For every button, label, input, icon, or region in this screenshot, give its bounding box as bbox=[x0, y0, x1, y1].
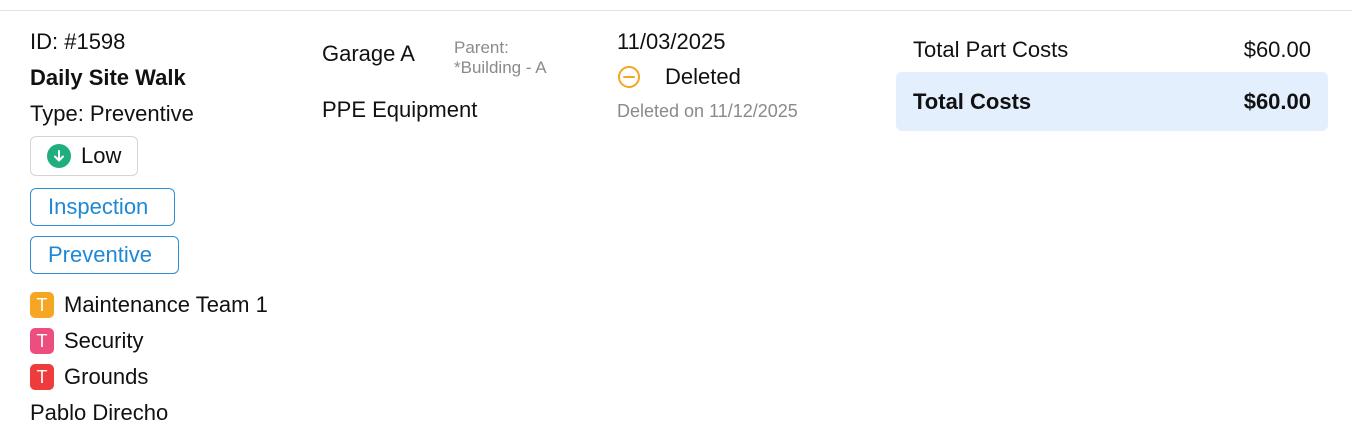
asset-name[interactable]: PPE Equipment bbox=[322, 97, 477, 123]
top-divider bbox=[0, 10, 1352, 11]
total-costs-value: $60.00 bbox=[1243, 88, 1311, 114]
parent-location: *Building - A bbox=[454, 58, 547, 77]
team-badge: T bbox=[30, 364, 54, 390]
status-indicator: Deleted bbox=[617, 64, 741, 90]
team-badge: T bbox=[30, 328, 54, 354]
total-costs-label: Total Costs bbox=[913, 88, 1032, 114]
status-label: Deleted bbox=[665, 64, 741, 89]
team-badge: T bbox=[30, 292, 54, 318]
work-order-type: Type: Preventive bbox=[30, 101, 194, 126]
team-name: Grounds bbox=[64, 364, 149, 389]
category-chip-preventive[interactable]: Preventive bbox=[30, 236, 179, 274]
category-chip-inspection[interactable]: Inspection bbox=[30, 188, 175, 226]
work-order-id: ID: #1598 bbox=[30, 29, 126, 54]
team-item[interactable]: T Maintenance Team 1 bbox=[30, 292, 268, 318]
arrow-down-circle-icon bbox=[47, 144, 71, 168]
work-order-info: ID: #1598 Daily Site Walk Type: Preventi… bbox=[30, 29, 310, 425]
part-costs-value: $60.00 bbox=[1243, 37, 1311, 62]
team-name: Maintenance Team 1 bbox=[64, 292, 268, 317]
total-costs-row: Total Costs $60.00 bbox=[896, 72, 1328, 131]
location-name[interactable]: Garage A bbox=[322, 41, 415, 67]
part-costs-label: Total Part Costs bbox=[913, 37, 1069, 62]
priority-label: Low bbox=[81, 143, 122, 168]
team-item[interactable]: T Grounds bbox=[30, 364, 148, 390]
team-item[interactable]: T Security bbox=[30, 328, 143, 354]
due-date: 11/03/2025 bbox=[617, 29, 726, 54]
assignee-name[interactable]: Pablo Direcho bbox=[30, 400, 168, 426]
parent-label: Parent: bbox=[454, 38, 509, 57]
minus-circle-icon bbox=[617, 65, 641, 89]
part-costs-row: Total Part Costs $60.00 bbox=[896, 34, 1328, 66]
work-order-title[interactable]: Daily Site Walk bbox=[30, 66, 310, 90]
deleted-on-date: Deleted on 11/12/2025 bbox=[617, 101, 798, 121]
team-name: Security bbox=[64, 328, 144, 353]
priority-chip[interactable]: Low bbox=[30, 136, 138, 176]
